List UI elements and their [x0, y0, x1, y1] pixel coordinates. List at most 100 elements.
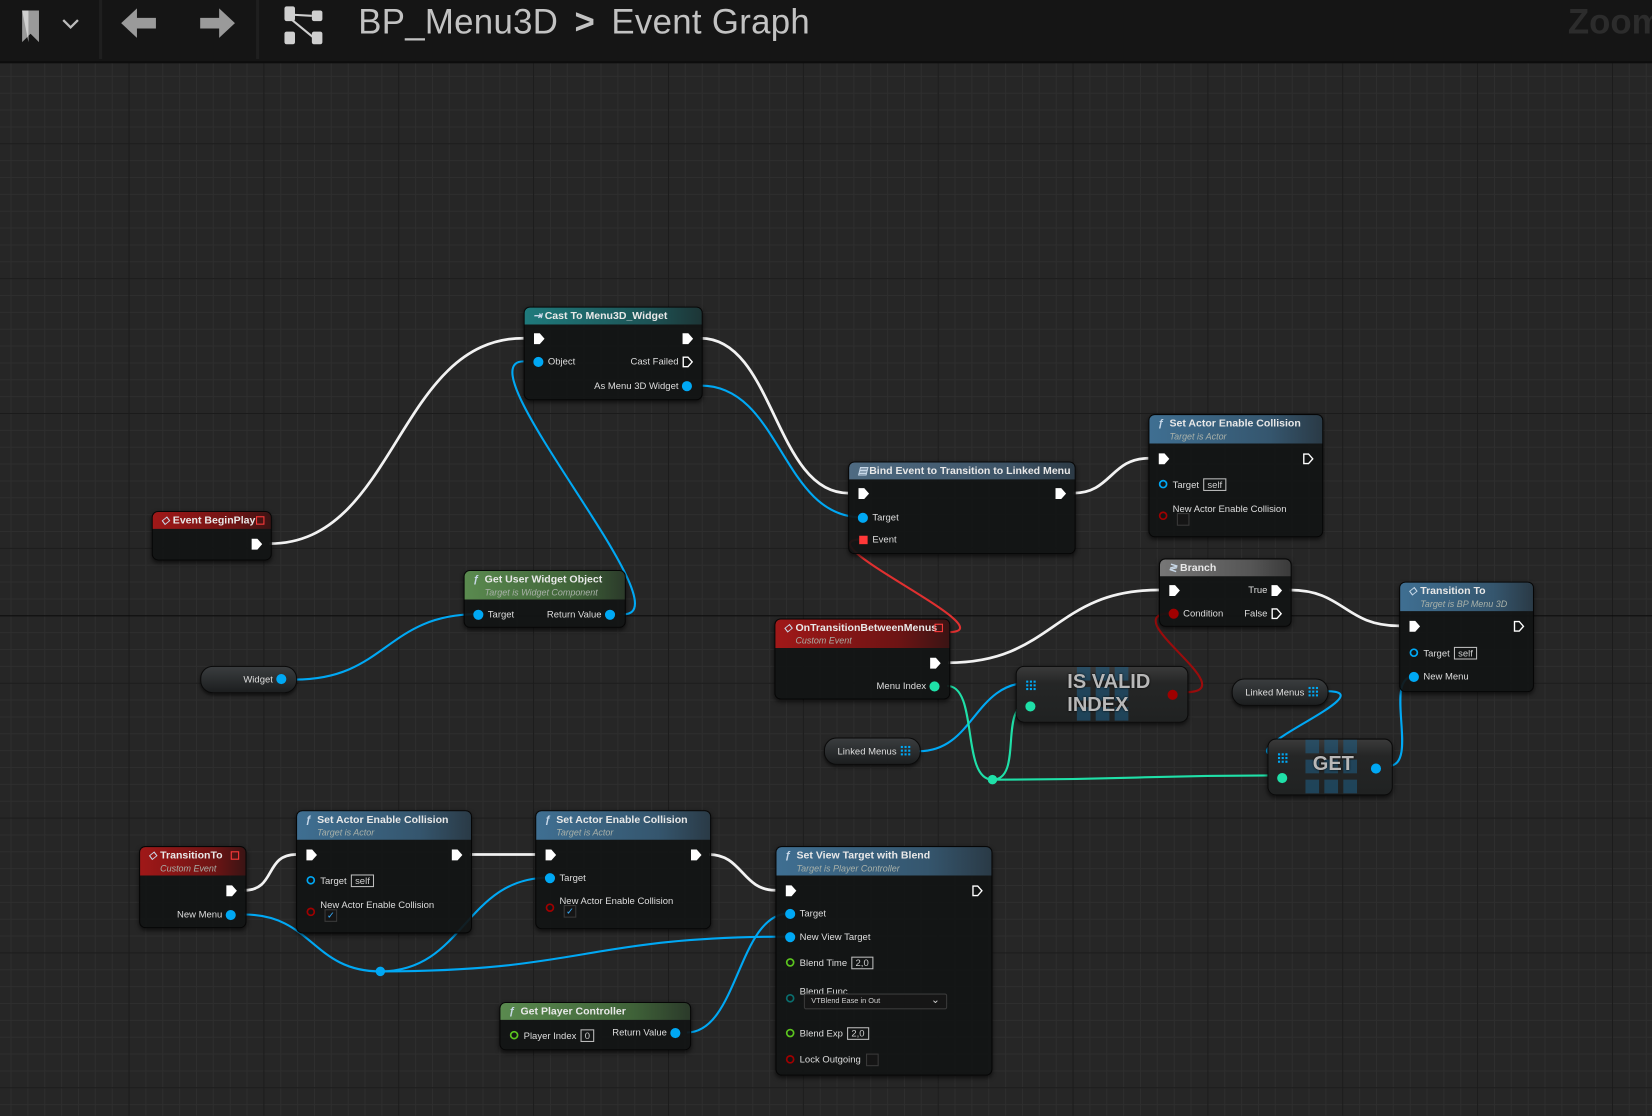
node-sac-top[interactable]: ƒ Set Actor Enable Collision Target is Act… [1148, 414, 1324, 538]
nac-pin[interactable] [306, 906, 318, 918]
exec-pin[interactable] [682, 333, 694, 345]
target-pin[interactable] [544, 872, 557, 884]
node-bind[interactable]: ▤ Bind Event to Transition to Linked Menu… [848, 461, 1076, 555]
chevron-down-icon[interactable] [61, 17, 80, 32]
delegate-pin-icon[interactable] [934, 623, 943, 633]
node-svt[interactable]: ƒ Set View Target with Blend Target is Pla… [775, 846, 993, 1076]
condition-pin[interactable] [1168, 608, 1180, 620]
reroute-knot[interactable] [375, 966, 386, 977]
enable-collision-checkbox[interactable]: ✓ [563, 905, 577, 918]
player_index-pin[interactable] [509, 1029, 521, 1041]
exec-pin[interactable] [1168, 585, 1180, 597]
exec-pin[interactable] [533, 333, 545, 345]
lock-outgoing-checkbox[interactable] [866, 1053, 879, 1067]
exec-pin[interactable] [690, 849, 702, 861]
target-pin[interactable] [306, 874, 318, 886]
player-index-value-field[interactable]: 0 [580, 1029, 595, 1042]
node-getpc[interactable]: ƒ Get Player Controller Player Index 0 Retur… [499, 1001, 692, 1051]
return-value-pin[interactable] [1167, 687, 1179, 700]
node-header[interactable]: ƒ Set Actor Enable Collision Target is Act… [297, 811, 471, 840]
new_menu-pin[interactable] [225, 909, 237, 921]
array-pin[interactable] [900, 745, 912, 757]
node-header[interactable]: ◇ Event BeginPlay [152, 512, 271, 529]
exec-pin[interactable] [1302, 453, 1314, 465]
node-header[interactable]: ≷ Branch [1159, 559, 1291, 577]
array-pin[interactable] [1277, 750, 1289, 763]
target-pin[interactable] [473, 609, 485, 621]
node-header[interactable]: ◇ Transition To Target is BP Menu 3D [1400, 582, 1533, 612]
exec-pin[interactable] [858, 488, 870, 500]
exec-pin[interactable] [306, 849, 318, 861]
blend-exp-value-field[interactable]: 2,0 [847, 1027, 869, 1040]
enable-collision-checkbox[interactable]: ✓ [324, 909, 338, 922]
node-header[interactable]: ⇥ Cast To Menu3D_Widget [524, 307, 702, 325]
exec-pin[interactable] [251, 538, 263, 550]
variable-getter-var-widget[interactable]: Widget [200, 665, 298, 694]
node-transition-to[interactable]: ◇ Transition To Target is BP Menu 3D Target… [1399, 581, 1534, 693]
exec-pin[interactable] [682, 356, 694, 368]
object-pin[interactable] [276, 673, 288, 685]
exec-pin[interactable] [225, 885, 237, 897]
blend_exp-pin[interactable] [785, 1027, 797, 1039]
node-header[interactable]: ◇ TransitionTo Custom Event [140, 847, 246, 876]
node-header[interactable]: ▤ Bind Event to Transition to Linked Menu [849, 462, 1075, 480]
nac-pin[interactable] [545, 902, 557, 914]
target-value-field[interactable]: self [350, 874, 375, 888]
back-arrow-icon[interactable] [119, 6, 159, 40]
lock_outgoing-pin[interactable] [785, 1054, 797, 1066]
target-pin[interactable] [1409, 647, 1421, 659]
exec-pin[interactable] [1055, 488, 1067, 500]
exec-pin[interactable] [971, 885, 983, 897]
node-sac1[interactable]: ƒ Set Actor Enable Collision Target is Act… [296, 810, 472, 934]
array-pin[interactable] [1307, 686, 1319, 698]
node-on-transition[interactable]: ◇ OnTransitionBetweenMenus Custom Event Men… [774, 618, 951, 700]
blend_time-pin[interactable] [785, 957, 797, 969]
exec-pin[interactable] [545, 849, 557, 861]
delegate-pin-icon[interactable] [256, 516, 265, 525]
variable-getter-var-linked-2[interactable]: Linked Menus [1231, 678, 1329, 706]
as_widget-pin[interactable] [681, 380, 694, 392]
forward-arrow-icon[interactable] [197, 6, 237, 40]
exec-pin[interactable] [1271, 585, 1283, 597]
object-pin[interactable] [533, 356, 545, 368]
node-header[interactable]: ƒ Set Actor Enable Collision Target is Act… [1149, 415, 1323, 444]
node-is-valid[interactable]: IS VALID INDEX [1015, 665, 1189, 723]
node-header[interactable]: ƒ Set Actor Enable Collision Target is Act… [536, 811, 711, 840]
return_value-pin[interactable] [604, 609, 617, 621]
variable-getter-var-linked-1[interactable]: Linked Menus [823, 737, 921, 765]
blend-time-value-field[interactable]: 2,0 [851, 956, 873, 970]
node-header[interactable]: ƒ Get Player Controller [500, 1002, 691, 1020]
exec-pin[interactable] [929, 657, 941, 669]
new_view_target-pin[interactable] [785, 931, 797, 943]
blueprint-graph-canvas[interactable]: ⇥ Cast To Menu3D_Widget Object Cast Failed A… [0, 0, 1652, 1116]
return_value-pin[interactable] [670, 1027, 682, 1039]
new_menu-pin[interactable] [1408, 671, 1421, 683]
array-pin[interactable] [1025, 677, 1037, 691]
exec-pin[interactable] [1513, 620, 1525, 633]
node-transition-event[interactable]: ◇ TransitionTo Custom Event New Menu [139, 846, 247, 929]
target-value-field[interactable]: self [1203, 478, 1227, 491]
blend_func-pin[interactable] [785, 992, 797, 1004]
exec-pin[interactable] [1271, 608, 1283, 620]
delegate-pin-icon[interactable] [230, 851, 240, 860]
item-pin[interactable] [1370, 761, 1383, 774]
target-pin[interactable] [1158, 478, 1170, 490]
blend-func-dropdown[interactable]: VTBlend Ease in Out ⌄ [803, 993, 948, 1010]
exec-pin[interactable] [451, 849, 463, 861]
node-header[interactable]: ƒ Set View Target with Blend Target is Pla… [776, 847, 992, 876]
node-branch[interactable]: ≷ Branch True Condition False [1158, 558, 1292, 627]
node-beginplay[interactable]: ◇ Event BeginPlay [151, 510, 272, 561]
reroute-knot[interactable] [987, 774, 998, 785]
target-value-field[interactable]: self [1453, 646, 1478, 660]
event-pin[interactable] [858, 534, 870, 546]
node-sac2[interactable]: ƒ Set Actor Enable Collision Target is Act… [535, 810, 712, 930]
enable-collision-checkbox[interactable] [1176, 513, 1190, 526]
index-pin[interactable] [1025, 699, 1037, 712]
exec-pin[interactable] [1409, 620, 1421, 633]
exec-pin[interactable] [1158, 453, 1170, 465]
node-header[interactable]: ƒ Get User Widget Object Target is Widget … [464, 571, 625, 600]
bookmark-icon[interactable] [19, 8, 48, 44]
breadcrumb-blueprint[interactable]: BP_Menu3D [358, 2, 558, 41]
node-header[interactable]: ◇ OnTransitionBetweenMenus Custom Event [775, 619, 950, 648]
target-pin[interactable] [857, 512, 870, 524]
